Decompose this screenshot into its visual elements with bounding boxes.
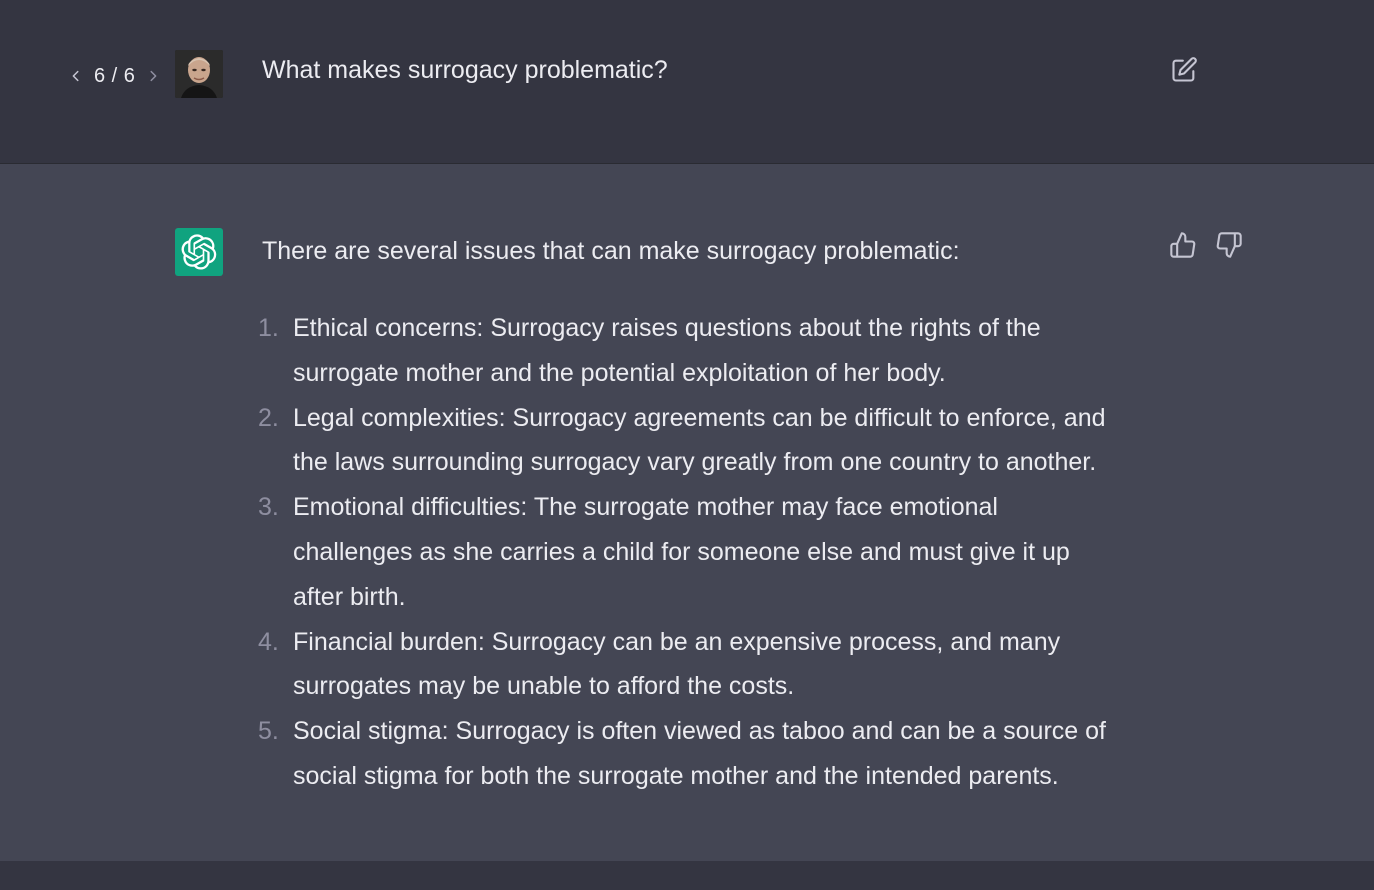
list-item-text: after birth.	[293, 582, 406, 611]
list-item: 1. Ethical concerns: Surrogacy raises que…	[258, 306, 1162, 351]
list-item: social stigma for both the surrogate mot…	[262, 754, 1162, 799]
list-item-text: Emotional difficulties: The surrogate mo…	[293, 493, 998, 522]
user-question: What makes surrogacy problematic?	[262, 56, 668, 84]
list-item-text: Social stigma: Surrogacy is often viewed…	[293, 717, 1106, 746]
list-item: challenges as she carries a child for so…	[262, 530, 1162, 575]
pager-count: 6 / 6	[94, 64, 136, 87]
list-item: 2. Legal complexities: Surrogacy agreemen…	[258, 396, 1162, 441]
bottom-strip	[0, 861, 1374, 890]
answer-list: 1. Ethical concerns: Surrogacy raises que…	[258, 306, 1162, 799]
edit-icon[interactable]	[1168, 54, 1200, 86]
feedback-buttons	[1168, 230, 1244, 260]
list-item-number: 2.	[258, 403, 279, 432]
answer-intro: There are several issues that can make s…	[262, 237, 960, 265]
user-avatar	[175, 50, 223, 98]
assistant-message-row: There are several issues that can make s…	[0, 164, 1374, 861]
openai-logo-icon	[175, 228, 223, 276]
list-item: surrogate mother and the potential explo…	[262, 351, 1162, 396]
list-item-text: Legal complexities: Surrogacy agreements…	[293, 403, 1106, 432]
list-item: 4. Financial burden: Surrogacy can be an …	[258, 620, 1162, 665]
thumbs-down-icon[interactable]	[1214, 230, 1244, 260]
list-item-text: Ethical concerns: Surrogacy raises quest…	[293, 314, 1041, 342]
thumbs-up-icon[interactable]	[1168, 230, 1198, 260]
list-item: 3. Emotional difficulties: The surrogate …	[258, 485, 1162, 530]
list-item-number	[258, 664, 293, 709]
list-item: 5. Social stigma: Surrogacy is often view…	[258, 709, 1162, 754]
list-item: after birth.	[262, 575, 1162, 620]
list-item-text: surrogate mother and the potential explo…	[293, 358, 946, 387]
list-item-number: 5.	[258, 717, 279, 746]
list-item-text: the laws surrounding surrogacy vary grea…	[293, 448, 1097, 477]
assistant-answer: There are several issues that can make s…	[258, 230, 1162, 799]
list-item: the laws surrounding surrogacy vary grea…	[262, 440, 1162, 485]
response-pager: 6 / 6	[68, 62, 161, 90]
chevron-right-icon[interactable]	[145, 68, 161, 84]
list-item-number	[258, 440, 293, 485]
list-item-number	[258, 530, 293, 575]
list-item-text: social stigma for both the surrogate mot…	[293, 761, 1059, 790]
list-item-number	[258, 575, 293, 620]
list-item-number	[258, 351, 293, 396]
chevron-left-icon[interactable]	[68, 68, 84, 84]
list-item-number: 4.	[258, 627, 279, 656]
list-item-number: 3.	[258, 493, 279, 522]
list-item-text: Financial burden: Surrogacy can be an ex…	[293, 627, 1061, 656]
list-item: surrogates may be unable to afford the c…	[262, 664, 1162, 709]
user-message-row: 6 / 6 What makes surrogacy problematic?	[0, 0, 1374, 164]
list-item-number	[258, 754, 293, 799]
list-item-text: surrogates may be unable to afford the c…	[293, 672, 795, 701]
list-item-text: challenges as she carries a child for so…	[293, 537, 1070, 566]
list-item-number: 1.	[258, 314, 279, 342]
